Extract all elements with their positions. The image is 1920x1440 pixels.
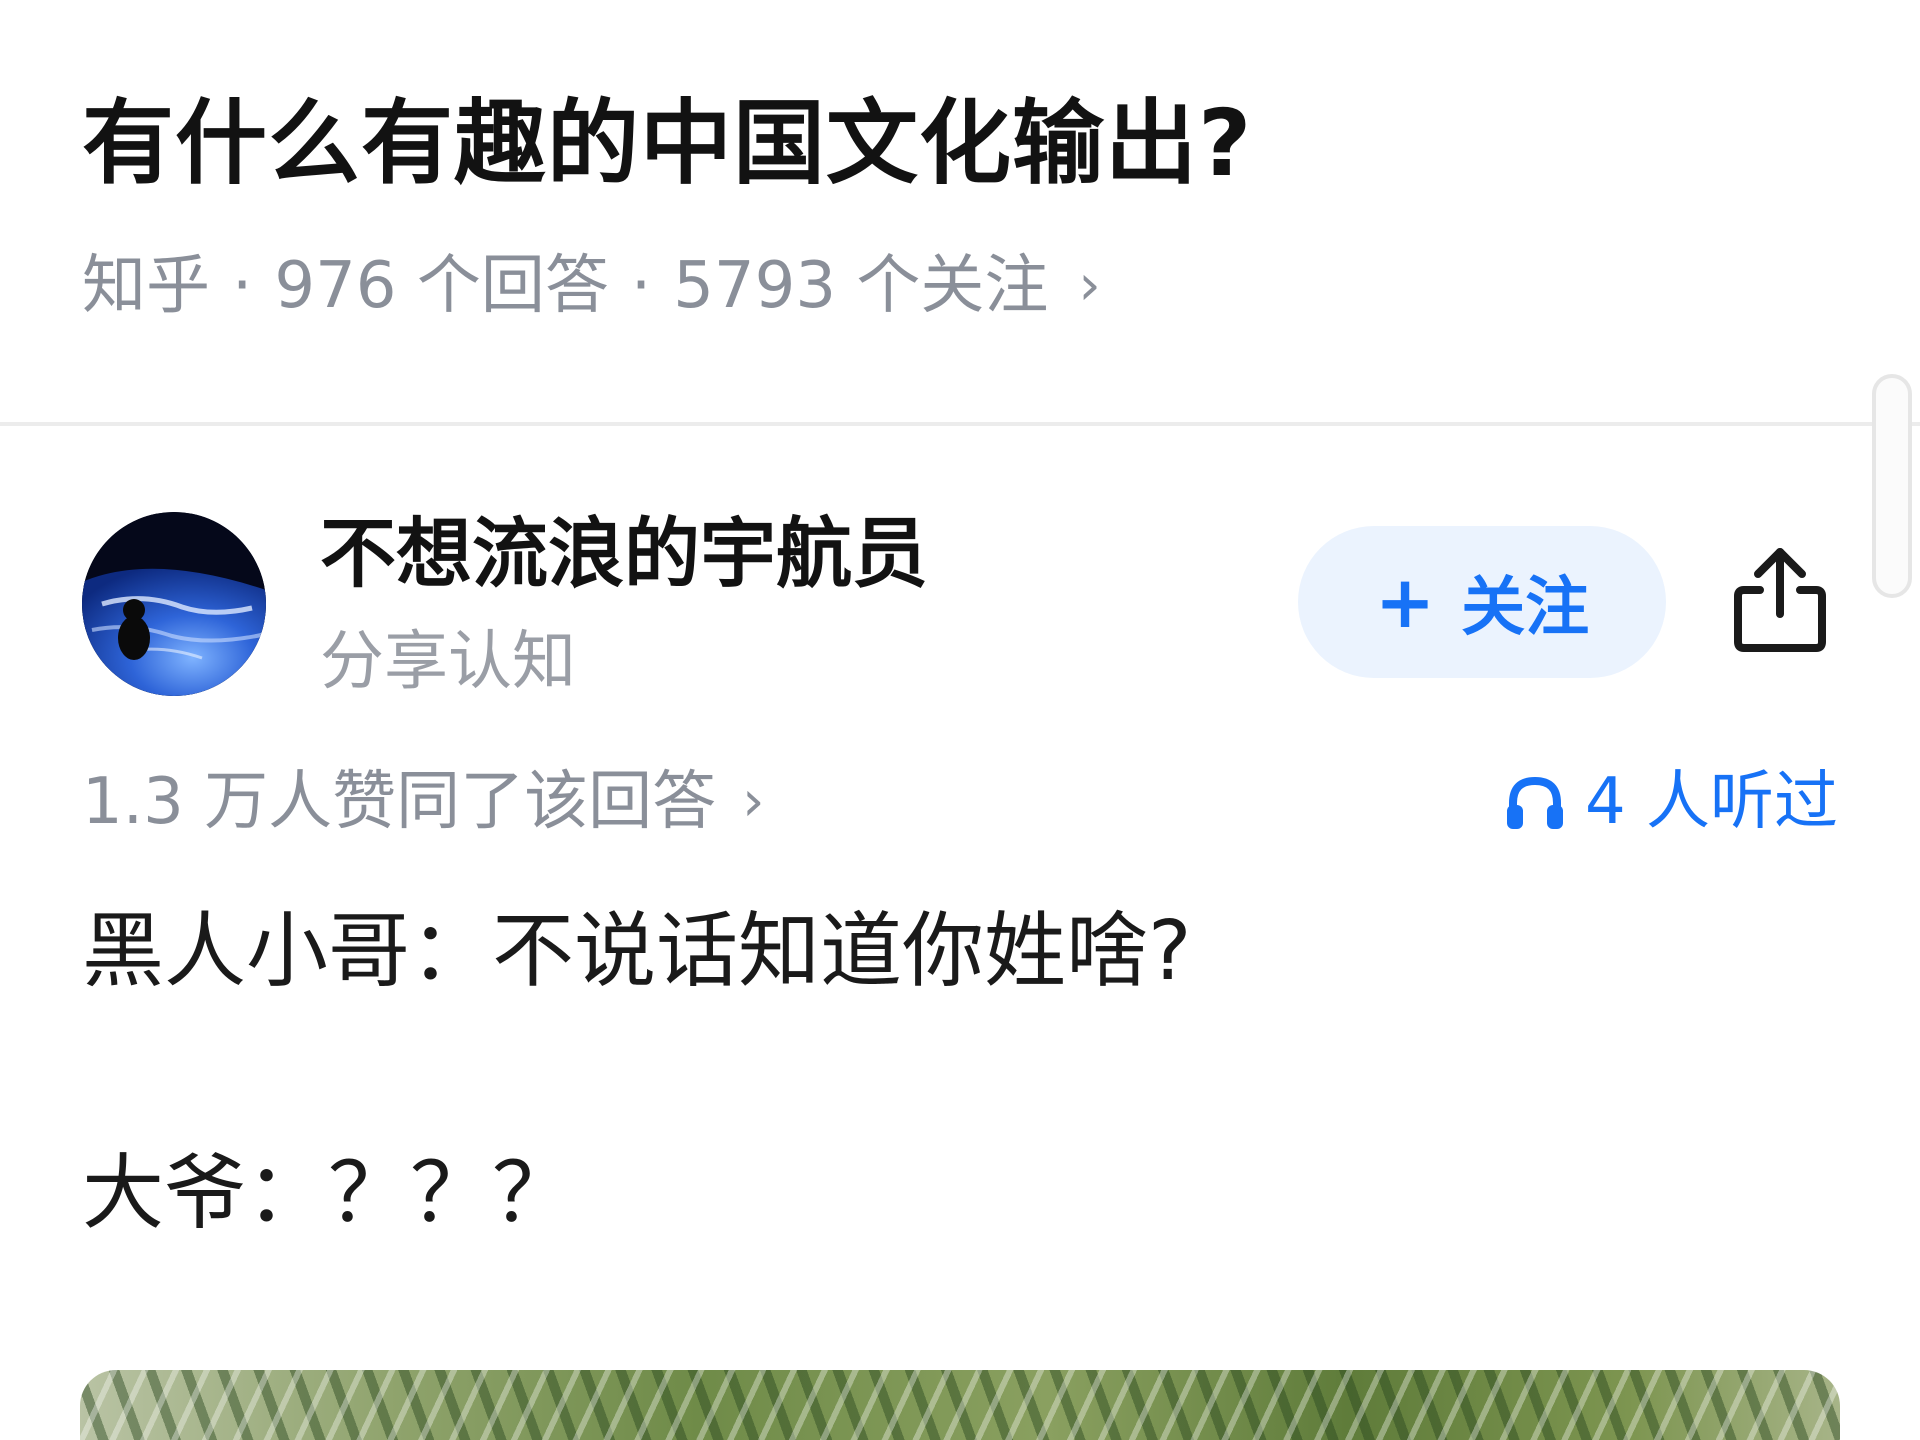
answer-paragraph: 黑人小哥：不说话知道你姓啥? — [82, 904, 1192, 999]
follow-button[interactable]: + 关注 — [1298, 526, 1666, 678]
share-icon[interactable] — [1730, 544, 1830, 656]
scrollbar-thumb[interactable] — [1872, 374, 1912, 598]
question-source: 知乎 — [82, 249, 210, 323]
question-title[interactable]: 有什么有趣的中国文化输出? — [82, 84, 1252, 204]
author-name[interactable]: 不想流浪的宇航员 — [320, 506, 928, 602]
question-meta[interactable]: 知乎 · 976 个回答 · 5793 个关注 › — [82, 246, 1101, 326]
meta-separator: · — [630, 249, 652, 323]
likes-text: 1.3 万人赞同了该回答 — [82, 765, 717, 839]
chevron-right-icon: › — [1078, 253, 1101, 318]
headphones-icon — [1506, 776, 1563, 829]
plus-icon: + — [1374, 560, 1436, 644]
answer-count: 976 个回答 — [274, 249, 609, 323]
follower-count: 5793 个关注 — [673, 249, 1049, 323]
meta-separator: · — [232, 249, 253, 323]
astronaut-earth-avatar-icon — [82, 512, 266, 696]
answer-image[interactable] — [80, 1370, 1840, 1440]
avatar[interactable] — [82, 512, 266, 696]
chevron-right-icon: › — [742, 769, 765, 834]
author-tagline: 分享认知 — [320, 625, 576, 699]
listened-summary[interactable]: 4 人听过 — [1505, 760, 1838, 844]
share-glyph-icon — [1734, 548, 1826, 652]
answer-paragraph: 大爷：？？？ — [82, 1146, 575, 1241]
listened-text: 4 人听过 — [1584, 765, 1838, 839]
section-divider — [0, 422, 1920, 426]
answer-page: 有什么有趣的中国文化输出? 知乎 · 976 个回答 · 5793 个关注 › — [0, 0, 1920, 1440]
follow-label: 关注 — [1461, 571, 1590, 645]
likes-summary[interactable]: 1.3 万人赞同了该回答 › — [82, 760, 765, 844]
